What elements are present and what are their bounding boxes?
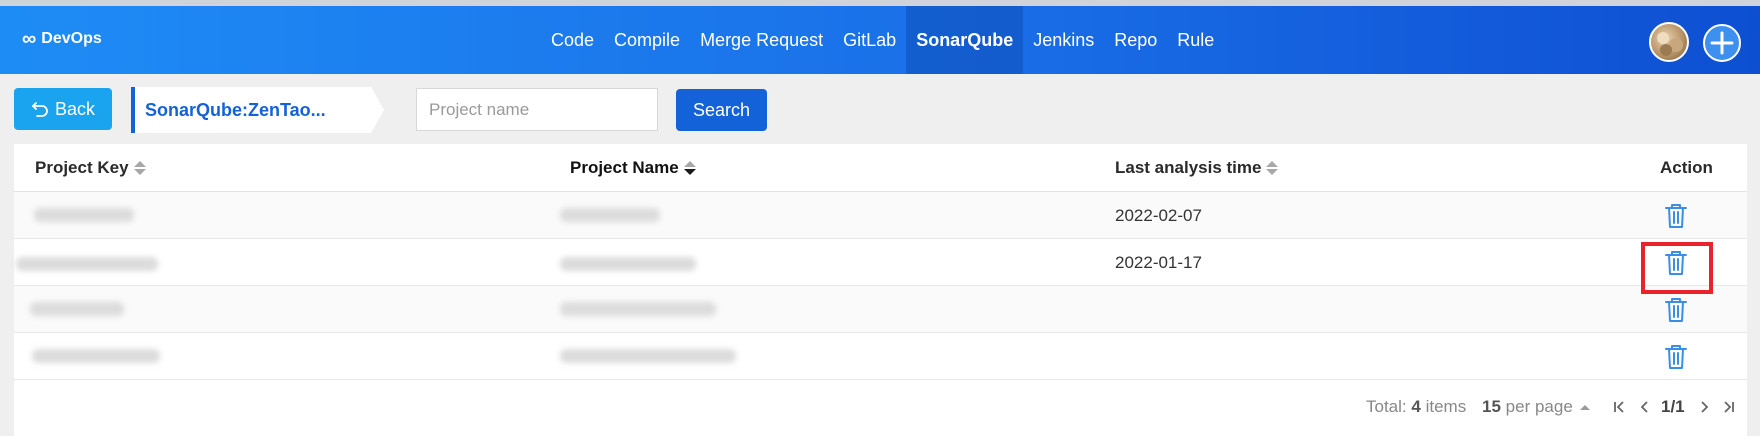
back-button[interactable]: Back (14, 88, 112, 130)
per-page-suffix: per page (1505, 397, 1573, 416)
redacted-project-name (560, 302, 716, 316)
per-page-select[interactable]: 15 per page (1482, 395, 1591, 419)
highlight-box (1641, 242, 1713, 294)
redacted-project-name (560, 349, 736, 363)
app-logo[interactable]: ∞ DevOps (22, 28, 102, 50)
redacted-project-key (34, 208, 134, 222)
column-last-analysis-time-label: Last analysis time (1115, 158, 1262, 177)
nav-jenkins[interactable]: Jenkins (1023, 6, 1104, 74)
table-header: Project Key Project Name Last analysis t… (14, 144, 1747, 192)
table-row: 2022-02-07 (14, 192, 1747, 239)
back-button-label: Back (54, 98, 96, 119)
column-project-name[interactable]: Project Name (570, 144, 696, 192)
per-page-value: 15 (1482, 397, 1501, 416)
logo-text: DevOps (41, 30, 102, 47)
next-page-icon[interactable] (1697, 399, 1711, 415)
nav-code[interactable]: Code (541, 6, 604, 74)
nav-rule[interactable]: Rule (1167, 6, 1224, 74)
nav-merge-request[interactable]: Merge Request (690, 6, 833, 74)
breadcrumb[interactable]: SonarQube:ZenTao... (131, 87, 384, 133)
prev-page-icon[interactable] (1638, 399, 1652, 415)
sort-icon[interactable] (133, 161, 146, 175)
column-project-key-label: Project Key (35, 158, 129, 177)
nav-gitlab[interactable]: GitLab (833, 6, 906, 74)
search-button[interactable]: Search (676, 89, 767, 131)
column-last-analysis-time[interactable]: Last analysis time (1115, 144, 1279, 192)
nav-compile[interactable]: Compile (604, 6, 690, 74)
column-action: Action (1660, 144, 1713, 192)
sort-icon[interactable] (1266, 161, 1279, 175)
delete-trash-icon[interactable] (1662, 342, 1690, 372)
last-page-icon[interactable] (1722, 399, 1736, 415)
total-count: 4 (1411, 397, 1421, 416)
last-analysis-time-cell: 2022-01-17 (1115, 252, 1202, 272)
redacted-project-name (560, 257, 696, 271)
breadcrumb-label: SonarQube:ZenTao... (145, 99, 326, 120)
delete-trash-icon[interactable] (1662, 201, 1690, 231)
projects-table: Project Key Project Name Last analysis t… (14, 144, 1747, 436)
nav-sonarqube[interactable]: SonarQube (906, 6, 1024, 74)
pagination-total: Total: 4 items (1366, 395, 1466, 419)
first-page-icon[interactable] (1612, 399, 1626, 415)
last-analysis-time-cell: 2022-02-07 (1115, 205, 1202, 225)
infinity-icon: ∞ (22, 28, 37, 50)
caret-up-icon (1579, 405, 1590, 410)
back-arrow-icon (32, 102, 48, 117)
table-row (14, 286, 1747, 333)
table-row: 2022-01-17 (14, 239, 1747, 286)
nav-repo[interactable]: Repo (1104, 6, 1167, 74)
column-project-key[interactable]: Project Key (35, 144, 146, 192)
table-row (14, 333, 1747, 380)
sort-desc-icon[interactable] (683, 161, 696, 175)
add-button[interactable] (1703, 24, 1741, 62)
redacted-project-name (560, 208, 660, 222)
project-name-input[interactable] (416, 88, 658, 131)
plus-icon (1710, 31, 1734, 55)
redacted-project-key (16, 257, 158, 271)
main-nav: Code Compile Merge Request GitLab SonarQ… (541, 6, 1224, 74)
top-navbar: ∞ DevOps Code Compile Merge Request GitL… (0, 6, 1760, 74)
user-avatar[interactable] (1649, 22, 1689, 62)
redacted-project-key (32, 349, 160, 363)
delete-trash-icon[interactable] (1662, 295, 1690, 325)
column-action-label: Action (1660, 158, 1713, 177)
total-prefix: Total: (1366, 397, 1407, 416)
page-indicator: 1/1 (1661, 397, 1685, 416)
redacted-project-key (30, 302, 124, 316)
column-project-name-label: Project Name (570, 158, 679, 177)
total-suffix: items (1425, 397, 1467, 416)
